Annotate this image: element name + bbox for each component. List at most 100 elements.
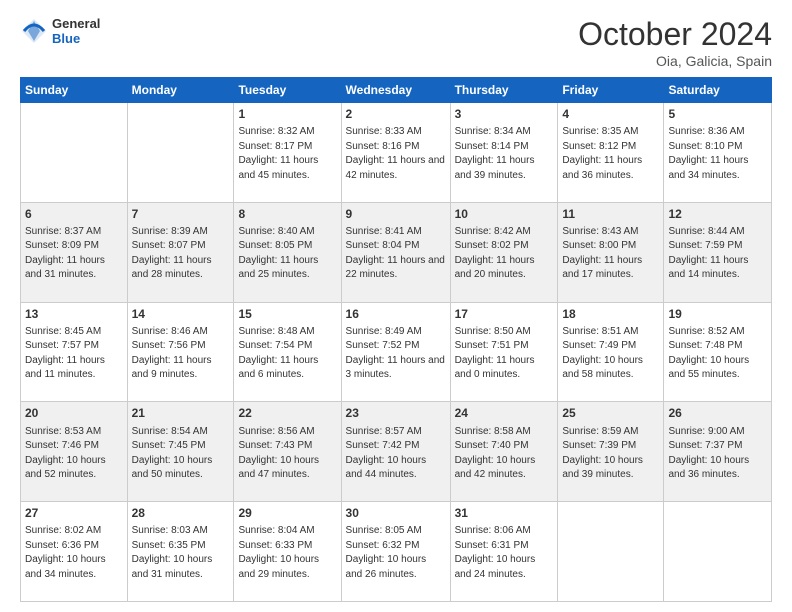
calendar-cell: 20 Sunrise: 8:53 AM Sunset: 7:46 PM Dayli…: [21, 402, 128, 502]
calendar-cell: 9 Sunrise: 8:41 AM Sunset: 8:04 PM Daylig…: [341, 202, 450, 302]
day-info: Sunrise: 8:56 AM Sunset: 7:43 PM Dayligh…: [238, 426, 319, 481]
day-number: 31: [455, 505, 554, 521]
day-info: Sunrise: 8:32 AM Sunset: 8:17 PM Dayligh…: [238, 126, 318, 181]
calendar-cell: [664, 502, 772, 602]
calendar-week-row: 1 Sunrise: 8:32 AM Sunset: 8:17 PM Daylig…: [21, 103, 772, 203]
day-info: Sunrise: 8:33 AM Sunset: 8:16 PM Dayligh…: [346, 126, 445, 181]
calendar: SundayMondayTuesdayWednesdayThursdayFrid…: [20, 77, 772, 602]
day-number: 1: [238, 106, 336, 122]
calendar-cell: [558, 502, 664, 602]
calendar-cell: 14 Sunrise: 8:46 AM Sunset: 7:56 PM Dayli…: [127, 302, 234, 402]
calendar-header-row: SundayMondayTuesdayWednesdayThursdayFrid…: [21, 78, 772, 103]
logo-blue: Blue: [52, 31, 100, 46]
day-number: 29: [238, 505, 336, 521]
day-info: Sunrise: 8:04 AM Sunset: 6:33 PM Dayligh…: [238, 525, 319, 580]
calendar-week-row: 13 Sunrise: 8:45 AM Sunset: 7:57 PM Dayli…: [21, 302, 772, 402]
calendar-cell: 22 Sunrise: 8:56 AM Sunset: 7:43 PM Dayli…: [234, 402, 341, 502]
calendar-cell: 28 Sunrise: 8:03 AM Sunset: 6:35 PM Dayli…: [127, 502, 234, 602]
day-number: 12: [668, 206, 767, 222]
calendar-cell: 15 Sunrise: 8:48 AM Sunset: 7:54 PM Dayli…: [234, 302, 341, 402]
day-number: 4: [562, 106, 659, 122]
day-info: Sunrise: 8:37 AM Sunset: 8:09 PM Dayligh…: [25, 226, 105, 281]
day-info: Sunrise: 8:53 AM Sunset: 7:46 PM Dayligh…: [25, 426, 106, 481]
day-number: 23: [346, 405, 446, 421]
day-number: 16: [346, 306, 446, 322]
day-info: Sunrise: 8:54 AM Sunset: 7:45 PM Dayligh…: [132, 426, 213, 481]
calendar-cell: 21 Sunrise: 8:54 AM Sunset: 7:45 PM Dayli…: [127, 402, 234, 502]
calendar-cell: 4 Sunrise: 8:35 AM Sunset: 8:12 PM Daylig…: [558, 103, 664, 203]
calendar-cell: 13 Sunrise: 8:45 AM Sunset: 7:57 PM Dayli…: [21, 302, 128, 402]
calendar-cell: 23Sunrise: 8:57 AM Sunset: 7:42 PM Dayli…: [341, 402, 450, 502]
day-number: 19: [668, 306, 767, 322]
day-number: 8: [238, 206, 336, 222]
day-info: Sunrise: 8:03 AM Sunset: 6:35 PM Dayligh…: [132, 525, 213, 580]
day-number: 24: [455, 405, 554, 421]
day-header-wednesday: Wednesday: [341, 78, 450, 103]
day-number: 25: [562, 405, 659, 421]
day-number: 15: [238, 306, 336, 322]
day-number: 22: [238, 405, 336, 421]
calendar-cell: 19 Sunrise: 8:52 AM Sunset: 7:48 PM Dayli…: [664, 302, 772, 402]
calendar-cell: 7 Sunrise: 8:39 AM Sunset: 8:07 PM Daylig…: [127, 202, 234, 302]
calendar-cell: 10 Sunrise: 8:42 AM Sunset: 8:02 PM Dayli…: [450, 202, 558, 302]
day-number: 27: [25, 505, 123, 521]
day-info: Sunrise: 8:49 AM Sunset: 7:52 PM Dayligh…: [346, 326, 445, 381]
calendar-cell: 30Sunrise: 8:05 AM Sunset: 6:32 PM Dayli…: [341, 502, 450, 602]
calendar-cell: 3 Sunrise: 8:34 AM Sunset: 8:14 PM Daylig…: [450, 103, 558, 203]
day-number: 21: [132, 405, 230, 421]
day-info: Sunrise: 8:34 AM Sunset: 8:14 PM Dayligh…: [455, 126, 535, 181]
calendar-cell: 17Sunrise: 8:50 AM Sunset: 7:51 PM Dayli…: [450, 302, 558, 402]
day-number: 11: [562, 206, 659, 222]
day-info: Sunrise: 8:45 AM Sunset: 7:57 PM Dayligh…: [25, 326, 105, 381]
day-info: Sunrise: 8:50 AM Sunset: 7:51 PM Dayligh…: [455, 326, 535, 381]
day-info: Sunrise: 8:44 AM Sunset: 7:59 PM Dayligh…: [668, 226, 748, 281]
day-info: Sunrise: 8:59 AM Sunset: 7:39 PM Dayligh…: [562, 426, 643, 481]
day-header-tuesday: Tuesday: [234, 78, 341, 103]
calendar-cell: 6 Sunrise: 8:37 AM Sunset: 8:09 PM Daylig…: [21, 202, 128, 302]
calendar-cell: 24 Sunrise: 8:58 AM Sunset: 7:40 PM Dayli…: [450, 402, 558, 502]
day-number: 6: [25, 206, 123, 222]
day-info: Sunrise: 8:39 AM Sunset: 8:07 PM Dayligh…: [132, 226, 212, 281]
logo: General Blue: [20, 16, 100, 46]
logo-text: General Blue: [52, 16, 100, 46]
header: General Blue October 2024 Oia, Galicia, …: [20, 16, 772, 69]
day-info: Sunrise: 8:58 AM Sunset: 7:40 PM Dayligh…: [455, 426, 536, 481]
day-number: 18: [562, 306, 659, 322]
day-info: Sunrise: 8:41 AM Sunset: 8:04 PM Dayligh…: [346, 226, 445, 281]
day-header-thursday: Thursday: [450, 78, 558, 103]
calendar-cell: [127, 103, 234, 203]
day-number: 3: [455, 106, 554, 122]
day-info: Sunrise: 8:42 AM Sunset: 8:02 PM Dayligh…: [455, 226, 535, 281]
day-info: Sunrise: 8:52 AM Sunset: 7:48 PM Dayligh…: [668, 326, 749, 381]
page: General Blue October 2024 Oia, Galicia, …: [0, 0, 792, 612]
day-info: Sunrise: 8:43 AM Sunset: 8:00 PM Dayligh…: [562, 226, 642, 281]
calendar-cell: 8 Sunrise: 8:40 AM Sunset: 8:05 PM Daylig…: [234, 202, 341, 302]
day-number: 13: [25, 306, 123, 322]
logo-general: General: [52, 16, 100, 31]
calendar-cell: 5Sunrise: 8:36 AM Sunset: 8:10 PM Daylig…: [664, 103, 772, 203]
calendar-cell: 1 Sunrise: 8:32 AM Sunset: 8:17 PM Daylig…: [234, 103, 341, 203]
calendar-cell: [21, 103, 128, 203]
calendar-cell: 12 Sunrise: 8:44 AM Sunset: 7:59 PM Dayli…: [664, 202, 772, 302]
day-number: 7: [132, 206, 230, 222]
day-info: Sunrise: 8:35 AM Sunset: 8:12 PM Dayligh…: [562, 126, 642, 181]
calendar-week-row: 20 Sunrise: 8:53 AM Sunset: 7:46 PM Dayli…: [21, 402, 772, 502]
day-info: Sunrise: 8:36 AM Sunset: 8:10 PM Dayligh…: [668, 126, 748, 181]
calendar-cell: 11 Sunrise: 8:43 AM Sunset: 8:00 PM Dayli…: [558, 202, 664, 302]
day-info: Sunrise: 8:06 AM Sunset: 6:31 PM Dayligh…: [455, 525, 536, 580]
calendar-cell: 25 Sunrise: 8:59 AM Sunset: 7:39 PM Dayli…: [558, 402, 664, 502]
day-number: 30: [346, 505, 446, 521]
day-info: Sunrise: 8:48 AM Sunset: 7:54 PM Dayligh…: [238, 326, 318, 381]
day-number: 14: [132, 306, 230, 322]
calendar-cell: 31 Sunrise: 8:06 AM Sunset: 6:31 PM Dayli…: [450, 502, 558, 602]
day-number: 28: [132, 505, 230, 521]
day-info: Sunrise: 8:46 AM Sunset: 7:56 PM Dayligh…: [132, 326, 212, 381]
day-number: 10: [455, 206, 554, 222]
day-number: 20: [25, 405, 123, 421]
calendar-cell: 27Sunrise: 8:02 AM Sunset: 6:36 PM Dayli…: [21, 502, 128, 602]
day-number: 9: [346, 206, 446, 222]
day-info: Sunrise: 8:40 AM Sunset: 8:05 PM Dayligh…: [238, 226, 318, 281]
title-block: October 2024 Oia, Galicia, Spain: [578, 16, 772, 69]
day-header-sunday: Sunday: [21, 78, 128, 103]
calendar-cell: 16 Sunrise: 8:49 AM Sunset: 7:52 PM Dayli…: [341, 302, 450, 402]
